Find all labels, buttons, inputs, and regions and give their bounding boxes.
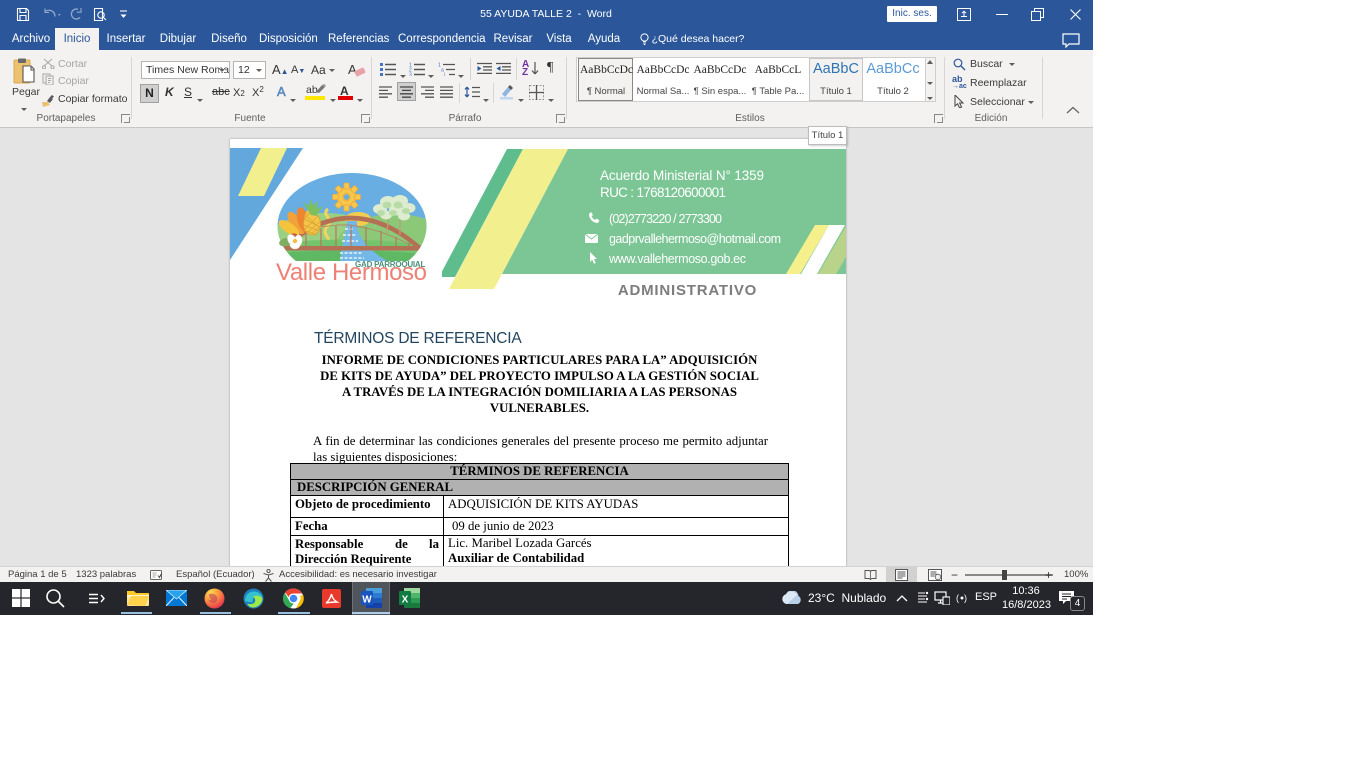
- svg-text:(: (: [956, 593, 959, 603]
- svg-text:Valle Hermoso: Valle Hermoso: [276, 259, 427, 286]
- svg-text:W: W: [362, 595, 372, 606]
- svg-text:3: 3: [409, 72, 412, 76]
- svg-text:www.vallehermoso.gob.ec: www.vallehermoso.gob.ec: [608, 252, 746, 266]
- svg-text:gadprvallehermoso@hotmail.com: gadprvallehermoso@hotmail.com: [609, 232, 781, 246]
- svg-text:RUC : 1768120600001: RUC : 1768120600001: [600, 185, 726, 200]
- svg-text:i: i: [444, 72, 445, 76]
- svg-text:Acuerdo Ministerial N° 1359: Acuerdo Ministerial N° 1359: [600, 168, 764, 183]
- svg-text:): ): [964, 593, 967, 603]
- svg-text:X: X: [402, 595, 409, 606]
- svg-text:(02)2773220 / 2773300: (02)2773220 / 2773300: [609, 212, 722, 226]
